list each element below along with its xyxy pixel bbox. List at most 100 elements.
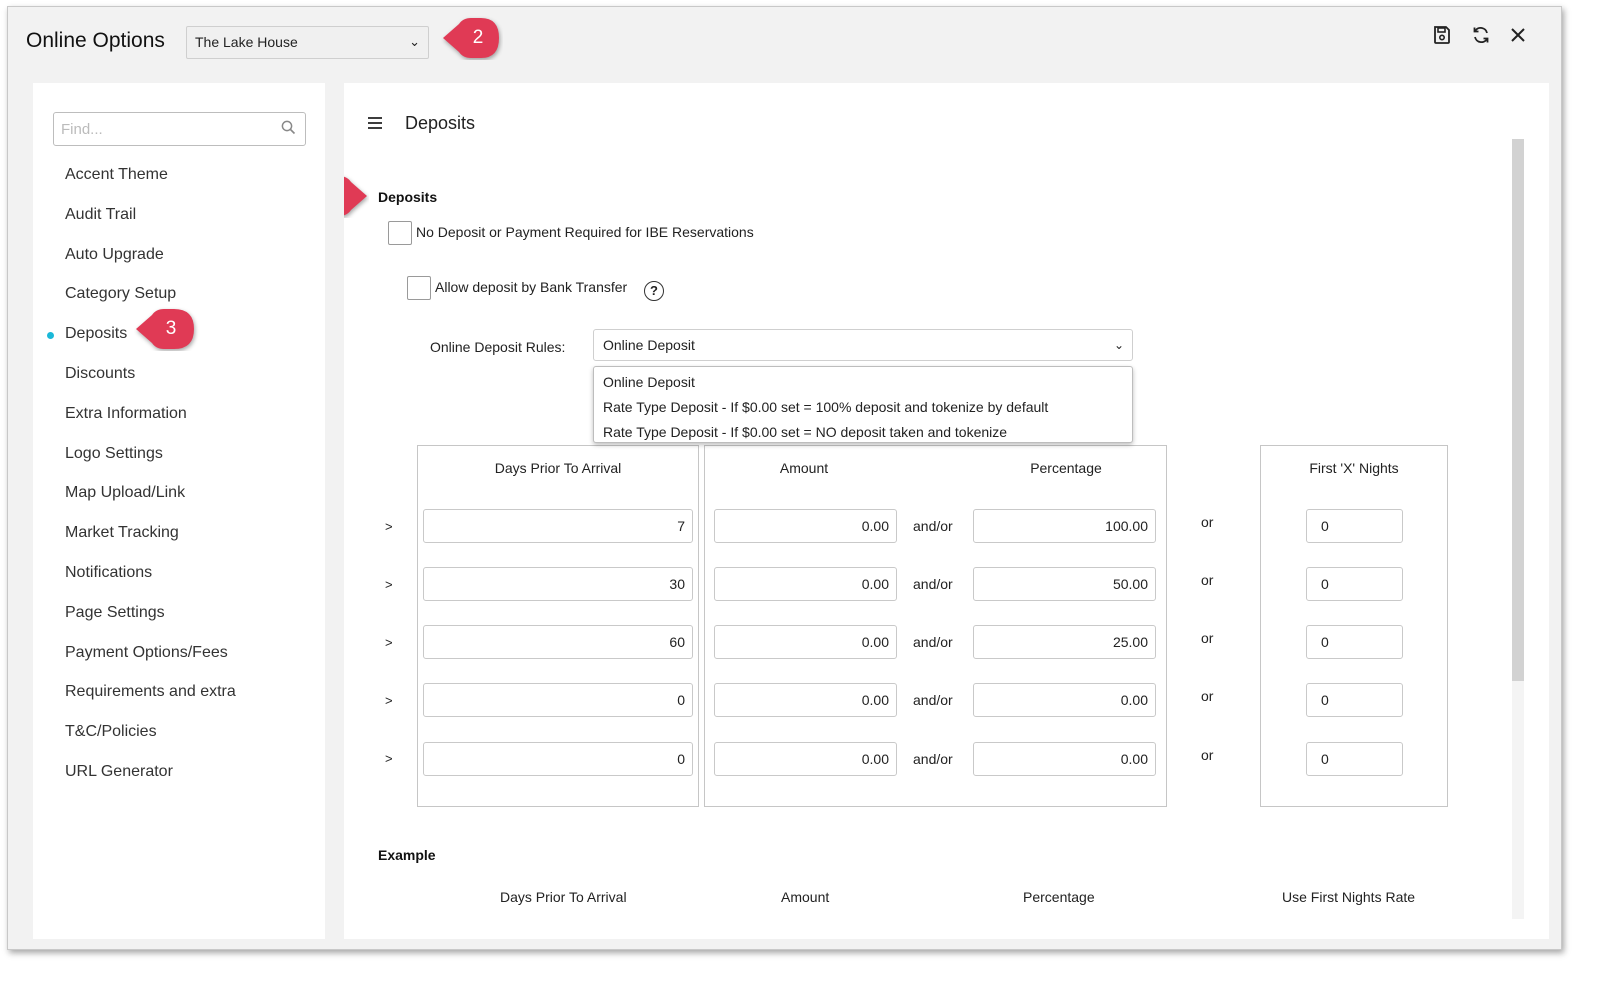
amount-input[interactable]: 0.00	[714, 509, 897, 543]
sidebar-item-tc-policies[interactable]: T&C/Policies	[65, 718, 236, 758]
sidebar-item-label: Audit Trail	[65, 205, 137, 223]
chevron-down-icon: ⌄	[409, 34, 420, 49]
dropdown-option[interactable]: Online Deposit	[594, 370, 1132, 395]
days-header: Days Prior To Arrival	[494, 460, 622, 476]
percentage-input[interactable]: 0.00	[973, 742, 1156, 776]
sidebar-item-label: Payment Options/Fees	[65, 643, 228, 661]
example-days-header: Days Prior To Arrival	[500, 889, 627, 905]
andor-label: and/or	[913, 634, 953, 650]
callout-3: 3	[134, 307, 200, 356]
sidebar-item-label: URL Generator	[65, 762, 173, 780]
days-input[interactable]: 60	[423, 625, 693, 659]
amount-input[interactable]: 0.00	[714, 625, 897, 659]
property-select-value: The Lake House	[195, 34, 298, 50]
sidebar-item-notifications[interactable]: Notifications	[65, 559, 236, 599]
refresh-icon[interactable]	[1468, 25, 1494, 51]
sidebar-item-market-tracking[interactable]: Market Tracking	[65, 519, 236, 559]
nights-input[interactable]: 0	[1306, 683, 1403, 717]
sidebar-nav: Accent Theme Audit Trail Auto Upgrade Ca…	[47, 161, 236, 798]
save-icon[interactable]	[1429, 25, 1455, 51]
or-label: or	[1201, 514, 1214, 530]
find-box[interactable]	[53, 112, 306, 146]
percentage-input[interactable]: 0.00	[973, 683, 1156, 717]
sidebar-item-map-upload[interactable]: Map Upload/Link	[65, 479, 236, 519]
active-indicator	[47, 332, 54, 340]
days-input[interactable]: 30	[423, 567, 693, 601]
deposit-rules-dropdown: Online Deposit Rate Type Deposit - If $0…	[593, 366, 1133, 443]
sidebar-item-label: Page Settings	[65, 603, 165, 621]
sidebar-item-url-generator[interactable]: URL Generator	[65, 758, 236, 798]
amount-input[interactable]: 0.00	[714, 742, 897, 776]
callout-2-number: 2	[472, 27, 484, 48]
percentage-input[interactable]: 50.00	[973, 567, 1156, 601]
online-options-window: Online Options The Lake House ⌄ 2 Accent…	[7, 6, 1562, 950]
percentage-input[interactable]: 100.00	[973, 509, 1156, 543]
sidebar-item-logo-settings[interactable]: Logo Settings	[65, 440, 236, 480]
nights-input[interactable]: 0	[1306, 625, 1403, 659]
section-title: Deposits	[378, 189, 438, 205]
dropdown-option[interactable]: Rate Type Deposit - If $0.00 set = 100% …	[594, 395, 1132, 420]
nights-input[interactable]: 0	[1306, 742, 1403, 776]
search-input[interactable]	[59, 114, 274, 144]
no-deposit-checkbox[interactable]	[388, 221, 412, 245]
dropdown-option[interactable]: Rate Type Deposit - If $0.00 set = NO de…	[594, 420, 1132, 445]
andor-label: and/or	[913, 576, 953, 592]
callout-2: 2	[441, 16, 503, 65]
or-label: or	[1201, 572, 1214, 588]
days-input[interactable]: 0	[423, 683, 693, 717]
sidebar-item-label: Auto Upgrade	[65, 245, 164, 263]
sidebar-item-label: Market Tracking	[65, 524, 179, 542]
bank-transfer-label: Allow deposit by Bank Transfer	[435, 279, 628, 295]
nights-header: First 'X' Nights	[1309, 460, 1399, 476]
example-title: Example	[378, 847, 436, 863]
sidebar-item-label: Category Setup	[65, 285, 177, 303]
sidebar: Accent Theme Audit Trail Auto Upgrade Ca…	[33, 83, 325, 939]
row-prefix: >	[385, 519, 393, 534]
menu-icon[interactable]	[367, 113, 383, 136]
scrollbar-thumb[interactable]	[1512, 139, 1524, 681]
row-prefix: >	[385, 693, 393, 708]
sidebar-item-accent-theme[interactable]: Accent Theme	[65, 161, 236, 201]
amount-header: Amount	[779, 460, 829, 476]
callout-4-number: 4	[344, 176, 346, 216]
percentage-header: Percentage	[1030, 460, 1102, 476]
sidebar-item-extra-information[interactable]: Extra Information	[65, 400, 236, 440]
andor-label: and/or	[913, 751, 953, 767]
sidebar-item-label: Discounts	[65, 364, 136, 382]
sidebar-item-page-settings[interactable]: Page Settings	[65, 599, 236, 639]
example-percentage-header: Percentage	[1023, 889, 1095, 905]
no-deposit-label: No Deposit or Payment Required for IBE R…	[416, 224, 754, 240]
sidebar-item-label: Requirements and extra	[65, 683, 236, 701]
percentage-input[interactable]: 25.00	[973, 625, 1156, 659]
sidebar-item-requirements[interactable]: Requirements and extra	[65, 678, 236, 718]
sidebar-item-discounts[interactable]: Discounts	[65, 360, 236, 400]
example-nights-header: Use First Nights Rate	[1282, 889, 1416, 905]
sidebar-item-label: Accent Theme	[65, 166, 168, 183]
sidebar-item-label: Extra Information	[65, 404, 187, 422]
callout-4: 4	[344, 174, 369, 223]
sidebar-item-payment-options[interactable]: Payment Options/Fees	[65, 639, 236, 679]
sidebar-item-label: Deposits	[65, 325, 128, 343]
nights-input[interactable]: 0	[1306, 509, 1403, 543]
or-label: or	[1201, 747, 1214, 763]
amount-input[interactable]: 0.00	[714, 683, 897, 717]
sidebar-item-label: T&C/Policies	[65, 723, 157, 741]
nights-input[interactable]: 0	[1306, 567, 1403, 601]
days-input[interactable]: 7	[423, 509, 693, 543]
row-prefix: >	[385, 751, 393, 766]
row-prefix: >	[385, 635, 393, 650]
deposit-rules-select[interactable]: Online Deposit ⌄	[593, 329, 1133, 361]
deposit-rules-label: Online Deposit Rules:	[430, 339, 566, 355]
sidebar-item-audit-trail[interactable]: Audit Trail	[65, 201, 236, 241]
close-icon[interactable]	[1505, 25, 1531, 51]
andor-label: and/or	[913, 518, 953, 534]
amount-input[interactable]: 0.00	[714, 567, 897, 601]
bank-transfer-checkbox[interactable]	[407, 276, 431, 300]
sidebar-item-label: Map Upload/Link	[65, 484, 186, 502]
sidebar-item-auto-upgrade[interactable]: Auto Upgrade	[65, 241, 236, 281]
property-select[interactable]: The Lake House ⌄	[186, 26, 429, 59]
help-icon[interactable]: ?	[644, 281, 664, 301]
window-title: Online Options	[26, 29, 165, 52]
days-input[interactable]: 0	[423, 742, 693, 776]
search-icon[interactable]	[281, 120, 296, 140]
